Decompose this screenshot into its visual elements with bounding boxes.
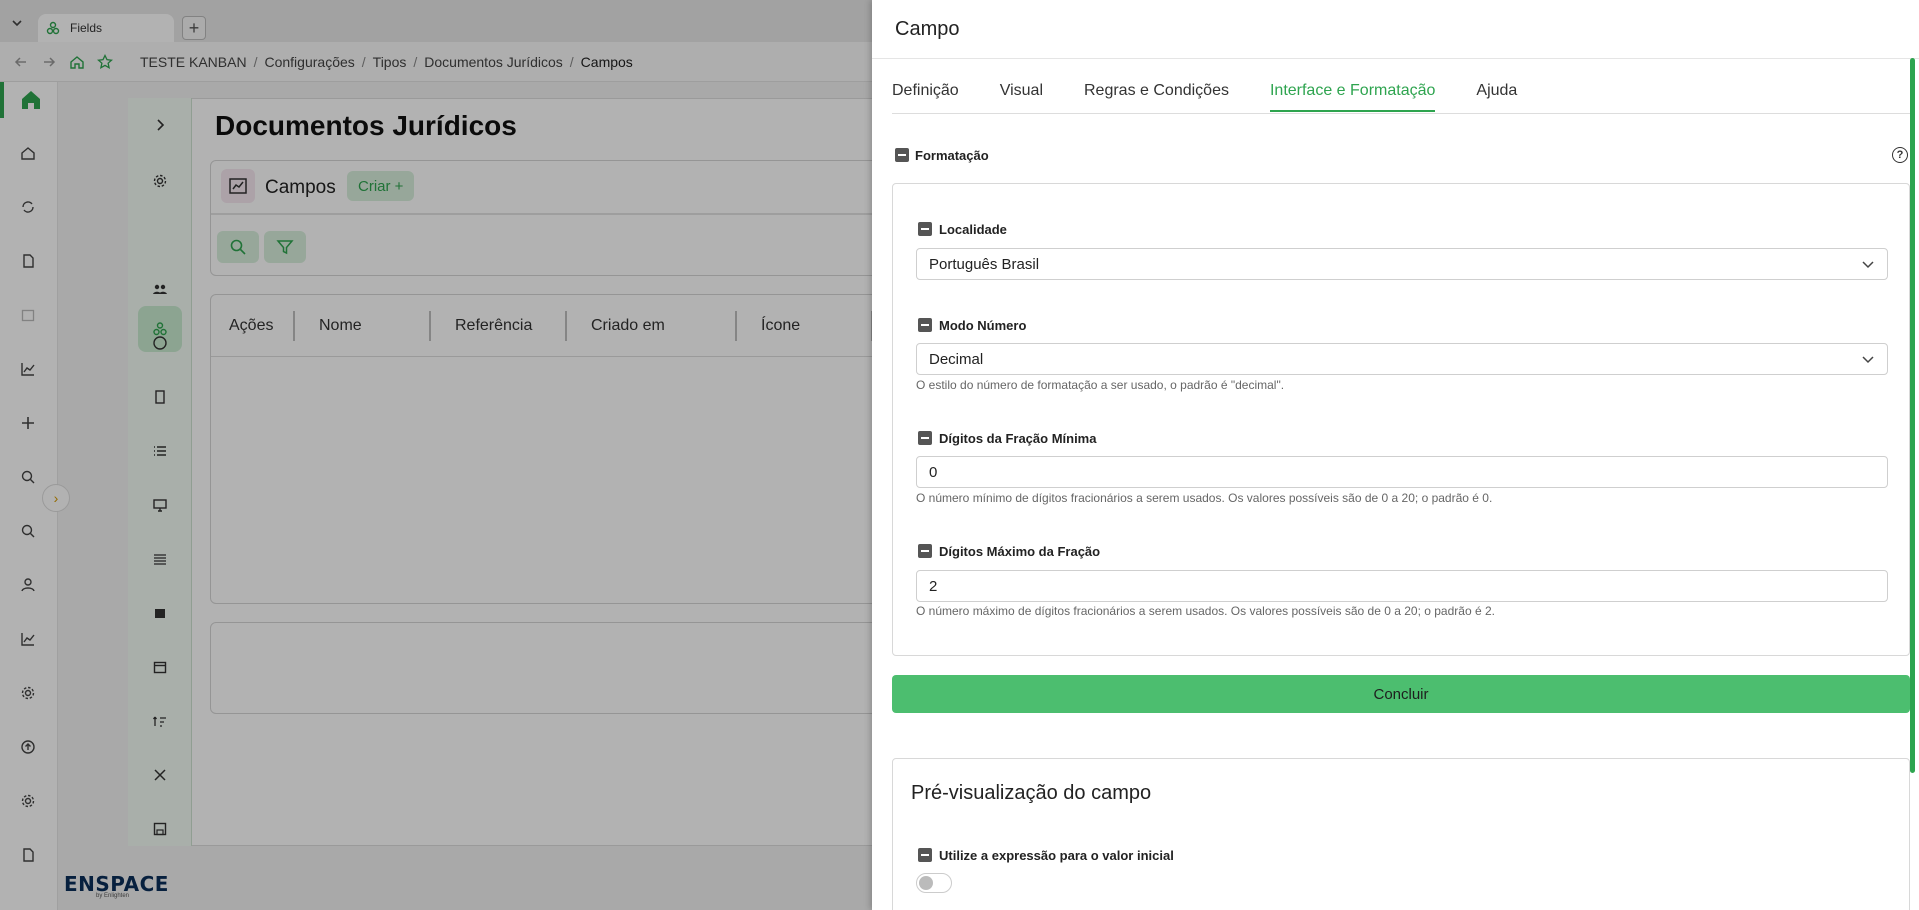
locale-value: Português Brasil [929, 255, 1040, 273]
initial-expr-label: Utilize a expressão para o valor inicial [939, 848, 1174, 863]
min-fraction-label: Dígitos da Fração Mínima [939, 431, 1097, 446]
locale-label: Localidade [939, 222, 1007, 237]
locale-select[interactable]: Português Brasil [916, 248, 1888, 280]
tab-visual[interactable]: Visual [1000, 82, 1043, 112]
number-mode-select[interactable]: Decimal [916, 343, 1888, 375]
field-drawer: Campo Definição Visual Regras e Condiçõe… [872, 0, 1919, 910]
initial-expr-toggle[interactable] [916, 873, 952, 893]
collapse-min-fraction-icon[interactable] [918, 431, 932, 445]
field-preview-box [892, 758, 1910, 910]
collapse-localidade-icon[interactable] [918, 222, 932, 236]
number-mode-label: Modo Número [939, 318, 1027, 333]
section-title-formatacao: Formatação [915, 148, 989, 163]
max-fraction-value: 2 [929, 577, 938, 595]
tab-ajuda[interactable]: Ajuda [1476, 82, 1517, 112]
collapse-modo-numero-icon[interactable] [918, 318, 932, 332]
number-mode-hint: O estilo do número de formatação a ser u… [916, 378, 1285, 392]
tab-interface-formatacao[interactable]: Interface e Formatação [1269, 82, 1436, 112]
number-mode-value: Decimal [929, 350, 984, 368]
drawer-header-divider [872, 58, 1919, 59]
tab-regras-condicoes[interactable]: Regras e Condições [1084, 82, 1229, 112]
max-fraction-label: Dígitos Máximo da Fração [939, 544, 1101, 559]
min-fraction-hint: O número mínimo de dígitos fracionários … [916, 491, 1493, 505]
collapse-formatacao-icon[interactable] [895, 148, 909, 162]
help-icon[interactable]: ? [1892, 147, 1908, 163]
collapse-max-fraction-icon[interactable] [918, 544, 932, 558]
min-fraction-input[interactable]: 0 [916, 456, 1888, 488]
preview-title: Pré-visualização do campo [911, 782, 1152, 804]
tab-definicao[interactable]: Definição [892, 82, 959, 112]
chevron-down-icon [1861, 352, 1875, 366]
drawer-tabs: Definição Visual Regras e Condições Inte… [892, 82, 1517, 112]
modal-backdrop[interactable] [0, 0, 872, 910]
min-fraction-value: 0 [929, 463, 938, 481]
concluir-button[interactable]: Concluir [892, 675, 1910, 713]
drawer-scrollbar[interactable] [1910, 58, 1915, 773]
max-fraction-input[interactable]: 2 [916, 570, 1888, 602]
tabs-divider [892, 113, 1912, 114]
collapse-initial-expr-icon[interactable] [918, 848, 932, 862]
max-fraction-hint: O número máximo de dígitos fracionários … [916, 604, 1495, 618]
drawer-title: Campo [895, 18, 960, 40]
chevron-down-icon [1861, 257, 1875, 271]
